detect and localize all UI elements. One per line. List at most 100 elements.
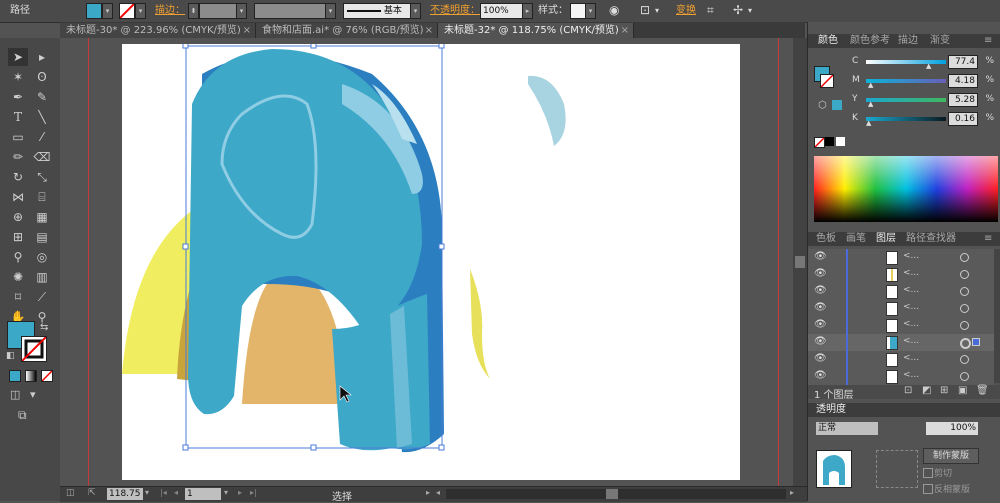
new-sublayer-icon[interactable]: ⊞ <box>940 385 948 396</box>
layers-scrollbar[interactable] <box>994 249 1000 383</box>
recolor-icon[interactable]: ◉ <box>609 3 619 18</box>
export-icon[interactable]: ⇱ <box>88 488 96 498</box>
zoom-input[interactable]: 118.75 <box>107 488 143 500</box>
target-circle-icon[interactable] <box>960 372 969 381</box>
direct-selection-tool-icon[interactable]: ▸ <box>32 48 52 66</box>
prev-page-icon[interactable]: ◂ <box>174 488 178 497</box>
delete-layer-icon[interactable]: 🗑 <box>976 385 989 396</box>
layer-row[interactable]: 👁 <... <box>808 266 994 284</box>
width-tool-icon[interactable]: ⋈ <box>8 188 28 206</box>
gradient-mode-icon[interactable] <box>25 370 37 382</box>
panel-menu-icon[interactable]: ≡ <box>984 34 992 48</box>
make-mask-button[interactable]: 制作蒙版 <box>923 448 979 464</box>
paintbrush-tool-icon[interactable]: ⁄ <box>32 128 52 146</box>
close-icon[interactable]: × <box>243 23 251 38</box>
magenta-slider[interactable] <box>866 79 946 83</box>
curvature-tool-icon[interactable]: ✎ <box>32 88 52 106</box>
visibility-eye-icon[interactable]: 👁 <box>814 285 827 296</box>
last-page-icon[interactable]: ▸| <box>250 488 257 497</box>
target-circle-icon[interactable] <box>960 338 971 349</box>
fill-swatch[interactable] <box>86 3 102 19</box>
scale-tool-icon[interactable]: ⤡ <box>32 168 52 186</box>
shape-builder-tool-icon[interactable]: ⊕ <box>8 208 28 226</box>
black-value[interactable]: 0.16 <box>948 112 978 126</box>
layer-row-selected[interactable]: 👁 <... <box>808 334 994 352</box>
transparency-opacity-input[interactable]: 100% <box>926 422 978 435</box>
fill-dropdown[interactable]: ▾ <box>102 3 113 19</box>
target-circle-icon[interactable] <box>960 355 969 364</box>
selected-art-indicator[interactable] <box>972 338 980 346</box>
target-circle-icon[interactable] <box>960 304 969 313</box>
rotate-tool-icon[interactable]: ↻ <box>8 168 28 186</box>
eyedropper-tool-icon[interactable]: ⚲ <box>8 248 28 266</box>
graphic-style-swatch[interactable] <box>570 3 586 19</box>
close-icon[interactable]: × <box>621 23 629 38</box>
horizontal-scrollbar[interactable] <box>446 489 786 499</box>
page-dropdown-icon[interactable]: ▾ <box>224 488 228 497</box>
stroke-weight-stepper[interactable]: ⬍ <box>188 3 199 19</box>
tab-doc-32[interactable]: 未标题-32* @ 118.75% (CMYK/预览) × <box>438 23 634 38</box>
none-chip[interactable] <box>814 137 825 148</box>
layer-row[interactable]: 👁 <... <box>808 368 994 386</box>
type-tool-icon[interactable]: T <box>8 108 28 126</box>
layer-row[interactable]: 👁 <... <box>808 283 994 301</box>
visibility-eye-icon[interactable]: 👁 <box>814 353 827 364</box>
visibility-eye-icon[interactable]: 👁 <box>814 302 827 313</box>
mesh-tool-icon[interactable]: ⊞ <box>8 228 28 246</box>
transform-link[interactable]: 变换 <box>676 3 696 18</box>
brush-definition[interactable]: 基本 <box>343 3 411 19</box>
scroll-right-icon[interactable]: ▸ <box>790 488 794 497</box>
target-circle-icon[interactable] <box>960 270 969 279</box>
align-icon[interactable]: ⊡ <box>640 3 650 18</box>
layer-row[interactable]: 👁 <... <box>808 249 994 267</box>
tab-color-guide[interactable]: 颜色参考 <box>850 34 890 48</box>
tab-color[interactable]: 颜色 <box>818 34 838 48</box>
variable-width-dropdown[interactable]: ▾ <box>325 3 336 19</box>
layer-row[interactable]: 👁 <... <box>808 300 994 318</box>
visibility-eye-icon[interactable]: 👁 <box>814 370 827 381</box>
swap-fill-stroke-icon[interactable]: ⇆ <box>40 322 48 333</box>
zoom-dropdown-icon[interactable]: ▾ <box>145 488 149 497</box>
column-graph-tool-icon[interactable]: ▥ <box>32 268 52 286</box>
line-tool-icon[interactable]: ╲ <box>32 108 52 126</box>
none-mode-icon[interactable] <box>41 370 53 382</box>
symbol-sprayer-tool-icon[interactable]: ✺ <box>8 268 28 286</box>
lasso-tool-icon[interactable]: ʘ <box>32 68 52 86</box>
graphic-style-dropdown[interactable]: ▾ <box>585 3 596 19</box>
clipping-mask-icon[interactable]: ◩ <box>922 385 931 396</box>
layer-row[interactable]: 👁 <... <box>808 351 994 369</box>
screen-mode-icon[interactable]: ⧉ <box>18 408 27 423</box>
layer-row[interactable]: 👁 <... <box>808 317 994 335</box>
color-mode-icon[interactable] <box>9 370 21 382</box>
yellow-value[interactable]: 5.28 <box>948 93 978 107</box>
opacity-label[interactable]: 不透明度： <box>430 3 480 18</box>
white-chip[interactable] <box>836 137 845 146</box>
magenta-value[interactable]: 4.18 <box>948 74 978 88</box>
target-circle-icon[interactable] <box>960 321 969 330</box>
tab-brushes[interactable]: 画笔 <box>846 232 866 246</box>
tab-transparency[interactable]: 透明度 <box>816 403 846 417</box>
vertical-scrollbar[interactable] <box>793 38 807 486</box>
tab-gradient[interactable]: 渐变 <box>930 34 950 48</box>
slider-thumb-icon[interactable]: ▲ <box>866 119 871 127</box>
cyan-value[interactable]: 77.4 <box>948 55 978 69</box>
target-circle-icon[interactable] <box>960 287 969 296</box>
visibility-eye-icon[interactable]: 👁 <box>814 251 827 262</box>
slider-thumb-icon[interactable]: ▲ <box>868 81 873 89</box>
page-input[interactable]: 1 <box>185 488 221 500</box>
next-page-icon[interactable]: ▸ <box>238 488 242 497</box>
scroll-left-icon[interactable]: ◂ <box>436 488 440 497</box>
panel-menu-icon[interactable]: ≡ <box>984 232 992 246</box>
tab-swatches[interactable]: 色板 <box>816 232 836 246</box>
status-menu-icon[interactable]: ▸ <box>426 488 430 497</box>
black-slider[interactable] <box>866 117 946 121</box>
pen-tool-icon[interactable]: ✒ <box>8 88 28 106</box>
tab-pathfinder[interactable]: 路径查找器 <box>906 232 956 246</box>
default-colors-icon[interactable]: ◧ <box>6 351 15 361</box>
locate-object-icon[interactable]: ⊡ <box>904 385 912 396</box>
target-circle-icon[interactable] <box>960 253 969 262</box>
slider-thumb-icon[interactable]: ▲ <box>868 100 873 108</box>
first-page-icon[interactable]: |◂ <box>160 488 167 497</box>
arrange-icon[interactable]: ✢ <box>733 3 743 18</box>
visibility-eye-icon[interactable]: 👁 <box>814 336 827 347</box>
